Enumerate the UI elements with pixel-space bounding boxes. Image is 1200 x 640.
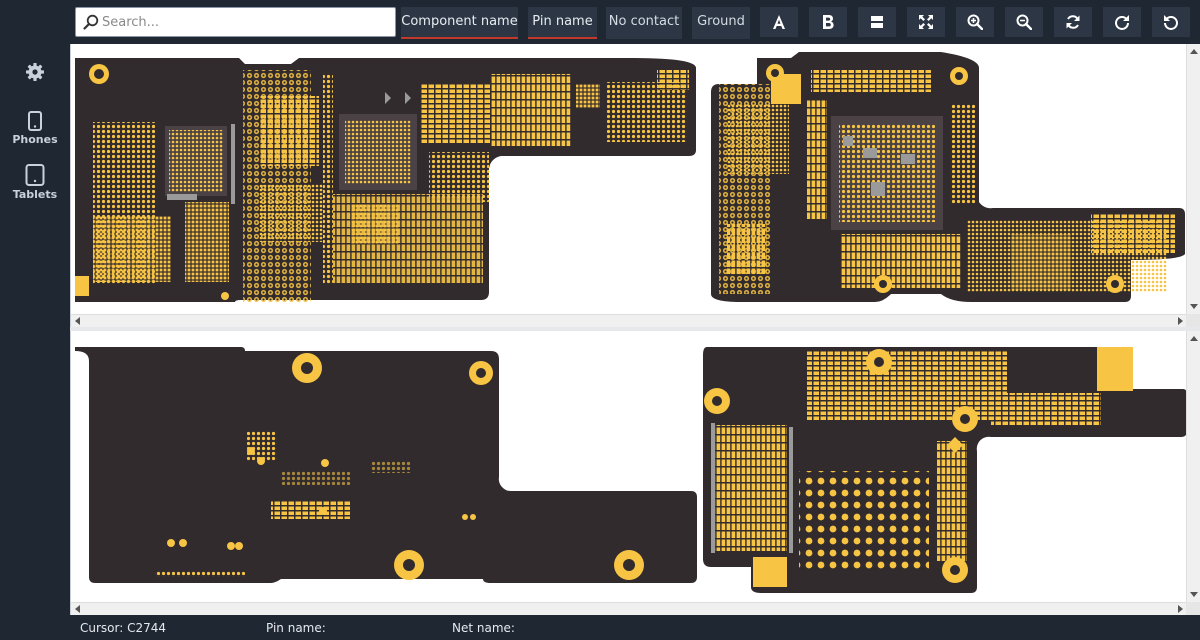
split-view-icon [871,16,883,28]
boardviewer-app: Phones Tablets Component name Pin name N… [0,0,1200,640]
phone-icon [28,111,42,131]
bold-button[interactable] [809,7,847,37]
zoom-out-icon [1016,14,1032,30]
refresh-button[interactable] [1054,7,1092,37]
scroll-down-arrow[interactable] [1190,304,1198,309]
search-input[interactable] [102,8,392,36]
horizontal-scrollbar[interactable] [71,602,1187,615]
sidebar-item-phones[interactable]: Phones [0,111,70,146]
pin-name-toggle[interactable]: Pin name [528,7,597,39]
scroll-left-arrow[interactable] [75,317,80,325]
tablet-icon [25,164,45,186]
sidebar-item-tablets[interactable]: Tablets [0,164,70,201]
pin-name-readout: Pin name: [266,621,326,635]
horizontal-scrollbar[interactable] [71,314,1187,327]
zoom-in-icon [967,14,983,30]
sidebar: Phones Tablets [0,0,70,640]
ground-toggle[interactable]: Ground [692,7,750,39]
scroll-left-arrow[interactable] [75,605,80,613]
logic-board-left-top [75,58,696,302]
pcb-canvas-top[interactable] [71,44,1187,314]
scroll-right-arrow[interactable] [1178,605,1183,613]
sidebar-item-label: Tablets [12,188,58,201]
scroll-down-arrow[interactable] [1190,592,1198,597]
pcb-canvas-bottom[interactable] [71,331,1187,602]
search-box [75,7,396,37]
board-view-top[interactable] [70,44,1200,327]
split-view-button[interactable] [858,7,896,37]
status-bar: Cursor: C2744 Pin name: Net name: [70,615,1200,640]
scroll-right-arrow[interactable] [1178,317,1183,325]
rotate-ccw-icon [1164,15,1178,30]
logic-board-right-bottom [703,347,1187,593]
fit-screen-icon [919,15,933,29]
search-icon [83,14,99,34]
rotate-ccw-button[interactable] [1152,7,1190,37]
font-size-button[interactable] [760,7,798,37]
toolbar: Component name Pin name No contact Groun… [70,0,1200,44]
logic-board-right-top [711,52,1185,302]
net-name-readout: Net name: [452,621,515,635]
component-name-toggle[interactable]: Component name [401,7,518,39]
logic-board-left-bottom [75,347,697,583]
scroll-up-arrow[interactable] [1190,49,1198,54]
vertical-scrollbar[interactable] [1186,44,1200,314]
refresh-icon [1066,15,1080,29]
rotate-cw-button[interactable] [1103,7,1141,37]
bold-b-icon [823,15,834,29]
no-contact-toggle[interactable]: No contact [606,7,682,39]
scroll-up-arrow[interactable] [1190,336,1198,341]
sidebar-item-label: Phones [12,133,58,146]
fit-screen-button[interactable] [907,7,945,37]
cursor-readout: Cursor: C2744 [80,621,167,635]
board-view-bottom[interactable] [70,331,1200,615]
settings-button[interactable] [0,62,70,82]
vertical-scrollbar[interactable] [1186,331,1200,602]
scroll-corner [1186,602,1200,615]
scroll-corner [1186,314,1200,327]
rotate-cw-icon [1115,15,1129,30]
zoom-out-button[interactable] [1005,7,1043,37]
zoom-in-button[interactable] [956,7,994,37]
gear-icon [26,63,44,81]
font-a-icon [773,15,785,29]
